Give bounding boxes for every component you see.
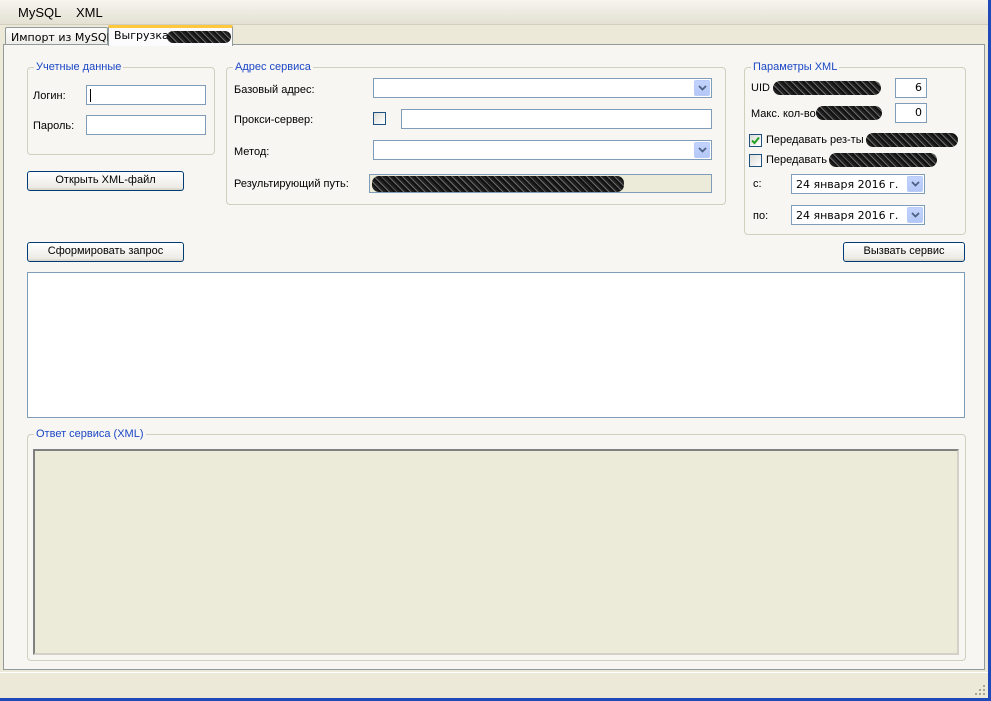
login-label: Логин: xyxy=(33,90,66,102)
from-label: с: xyxy=(753,178,762,190)
result-path-field xyxy=(369,174,712,193)
redacted-text xyxy=(773,81,881,95)
export-tab-panel: Учетные данные Логин: Пароль: Открыть XM… xyxy=(3,44,985,670)
chevron-down-icon[interactable] xyxy=(907,207,923,223)
send-other-checkbox[interactable] xyxy=(749,154,762,167)
main-window: MySQL XML Импорт из MySQL Выгрузка Учетн… xyxy=(0,0,988,698)
to-label: по: xyxy=(753,210,769,222)
proxy-checkbox[interactable] xyxy=(373,112,386,125)
to-date-picker[interactable]: 24 января 2016 г. xyxy=(791,205,925,225)
call-service-button[interactable]: Вызвать сервис xyxy=(843,242,965,262)
uid-label: UID xyxy=(751,82,770,94)
tab-strip: Импорт из MySQL Выгрузка xyxy=(0,25,988,46)
from-date-value: 24 января 2016 г. xyxy=(796,178,899,191)
redacted-text xyxy=(829,153,937,167)
redacted-text xyxy=(372,176,624,192)
redacted-text xyxy=(167,31,231,43)
menu-xml[interactable]: XML xyxy=(76,5,103,21)
chevron-down-icon[interactable] xyxy=(694,80,710,96)
build-request-button[interactable]: Сформировать запрос xyxy=(27,242,184,262)
credentials-legend: Учетные данные xyxy=(36,61,122,73)
menu-bar: MySQL XML xyxy=(0,0,988,25)
base-address-combo[interactable] xyxy=(373,78,712,98)
max-count-input[interactable]: 0 xyxy=(895,103,927,123)
tab-import-mysql-label: Импорт из MySQL xyxy=(11,31,113,44)
method-combo[interactable] xyxy=(373,140,712,160)
send-other-label: Передавать xyxy=(766,154,827,166)
open-xml-file-button[interactable]: Открыть XML-файл xyxy=(27,171,184,191)
uid-input[interactable]: 6 xyxy=(895,78,927,98)
proxy-label: Прокси-сервер: xyxy=(234,114,314,126)
method-label: Метод: xyxy=(234,146,270,158)
xml-params-legend: Параметры XML xyxy=(753,61,838,73)
from-date-picker[interactable]: 24 января 2016 г. xyxy=(791,174,925,194)
text-caret xyxy=(90,89,91,102)
service-address-legend: Адрес сервиса xyxy=(235,61,311,73)
to-date-value: 24 января 2016 г. xyxy=(796,209,899,222)
response-text-area[interactable] xyxy=(33,449,959,655)
proxy-input[interactable] xyxy=(401,109,712,129)
base-address-label: Базовый адрес: xyxy=(234,84,315,96)
status-bar xyxy=(0,672,988,698)
password-label: Пароль: xyxy=(33,120,75,132)
password-input[interactable] xyxy=(86,115,206,135)
login-input[interactable] xyxy=(86,85,206,105)
resize-grip-icon[interactable] xyxy=(974,684,986,696)
request-text-area[interactable] xyxy=(27,272,965,418)
redacted-text xyxy=(866,133,958,147)
service-response-legend: Ответ сервиса (XML) xyxy=(36,428,144,440)
chevron-down-icon[interactable] xyxy=(907,176,923,192)
send-results-checkbox[interactable] xyxy=(749,134,762,147)
max-count-label: Макс. кол-во xyxy=(751,108,816,120)
result-path-label: Результирующий путь: xyxy=(234,178,349,190)
menu-mysql[interactable]: MySQL xyxy=(18,5,61,21)
send-results-label: Передавать рез-ты xyxy=(766,134,864,146)
credentials-group: Учетные данные xyxy=(27,61,215,155)
tab-export[interactable]: Выгрузка xyxy=(108,25,233,46)
redacted-text xyxy=(816,106,882,120)
chevron-down-icon[interactable] xyxy=(694,142,710,158)
tab-export-label: Выгрузка xyxy=(114,29,169,42)
